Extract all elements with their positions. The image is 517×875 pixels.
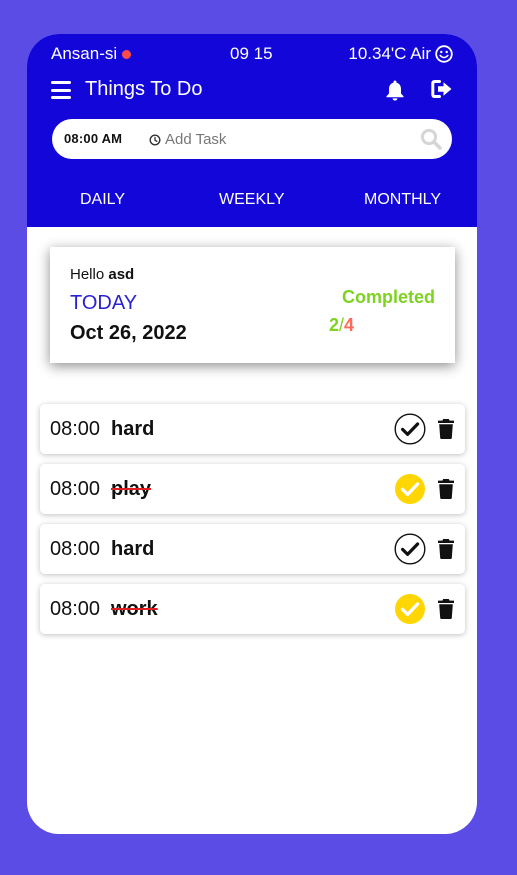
total-count: 4 — [344, 315, 355, 335]
completed-label: Completed — [341, 287, 435, 307]
current-date: Oct 26, 2022 — [70, 322, 187, 344]
complete-task-button[interactable] — [394, 593, 426, 625]
task-time: 08:00 — [50, 538, 101, 560]
logout-icon[interactable] — [431, 79, 453, 104]
title-bar: Things To Do — [51, 77, 453, 107]
complete-task-button[interactable] — [394, 413, 426, 445]
task-name: hard — [111, 418, 155, 440]
add-task-bar: 08:00 AM — [52, 119, 452, 159]
completed-count: 2/4 — [329, 315, 355, 335]
user-name: asd — [108, 266, 135, 283]
recording-dot-icon — [122, 49, 132, 59]
task-row: 08:00 play — [40, 464, 465, 514]
trash-icon[interactable] — [437, 538, 455, 560]
tab-weekly[interactable]: WEEKLY — [219, 191, 285, 209]
task-row: 08:00 hard — [40, 524, 465, 574]
task-name: play — [111, 478, 152, 500]
trash-icon[interactable] — [437, 598, 455, 620]
location-text: Ansan-si — [51, 44, 118, 63]
task-name: work — [111, 598, 158, 620]
greeting-text: Hello — [70, 266, 105, 283]
clock-icon — [149, 133, 161, 151]
time-picker[interactable]: 08:00 AM — [64, 131, 122, 146]
greeting: Hello asd — [70, 266, 134, 283]
complete-task-button[interactable] — [394, 533, 426, 565]
task-row: 08:00 hard — [40, 404, 465, 454]
summary-card: Hello asd TODAY Oct 26, 2022 Completed 2… — [50, 247, 455, 363]
clock-text: 09 15 — [230, 44, 273, 63]
complete-task-button[interactable] — [394, 473, 426, 505]
tab-monthly[interactable]: MONTHLY — [364, 191, 441, 209]
today-label: TODAY — [70, 292, 138, 314]
task-time: 08:00 — [50, 598, 101, 620]
period-tabs: DAILY WEEKLY MONTHLY — [27, 191, 477, 215]
hamburger-menu-icon[interactable] — [51, 81, 71, 99]
bell-icon[interactable] — [385, 79, 405, 106]
app-screen: Ansan-si 09 15 10.34'C Air Things To Do — [27, 34, 477, 834]
status-bar: Ansan-si 09 15 10.34'C Air — [51, 44, 453, 66]
app-header: Ansan-si 09 15 10.34'C Air Things To Do — [27, 34, 477, 227]
trash-icon[interactable] — [437, 478, 455, 500]
task-row: 08:00 work — [40, 584, 465, 634]
task-name: hard — [111, 538, 155, 560]
trash-icon[interactable] — [437, 418, 455, 440]
search-icon[interactable] — [420, 128, 442, 155]
weather-indicator: 10.34'C Air — [348, 44, 453, 64]
add-task-input[interactable] — [165, 127, 415, 151]
done-count: 2 — [329, 315, 340, 335]
task-time: 08:00 — [50, 478, 101, 500]
tab-daily[interactable]: DAILY — [80, 191, 125, 209]
task-time: 08:00 — [50, 418, 101, 440]
location-indicator: Ansan-si — [51, 44, 132, 64]
smile-icon — [435, 45, 453, 63]
weather-text: 10.34'C Air — [348, 44, 431, 63]
app-title: Things To Do — [85, 78, 203, 100]
